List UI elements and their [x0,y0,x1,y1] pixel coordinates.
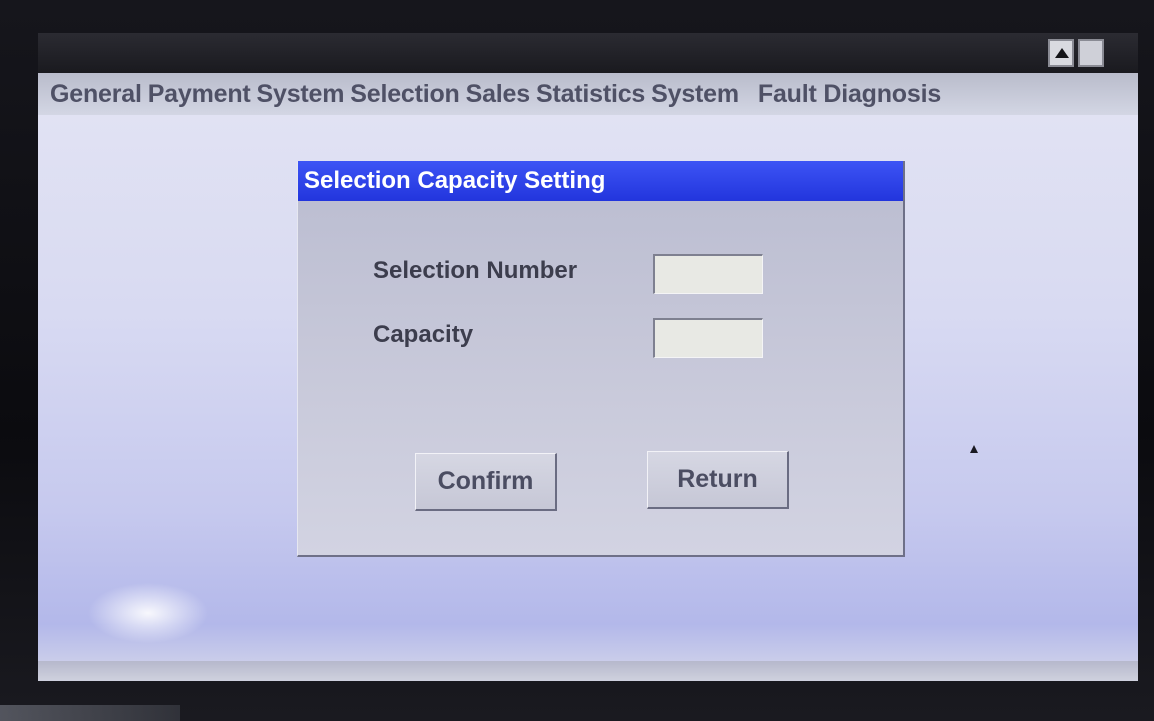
return-button[interactable]: Return [647,451,789,509]
capacity-label: Capacity [373,321,474,348]
confirm-button[interactable]: Confirm [415,453,557,511]
bezel-highlight [0,705,180,721]
cursor-icon [970,445,978,453]
device-bezel: General Payment System Selection Sales S… [0,0,1154,721]
selection-capacity-dialog: Selection Capacity Setting Selection Num… [297,161,905,557]
menu-item-selection[interactable]: Selection [347,80,462,109]
menu-item-payment[interactable]: Payment [145,80,254,109]
capacity-input[interactable] [653,318,763,358]
menu-item-statistics[interactable]: Statistics [533,80,648,109]
selection-number-label: Selection Number [373,257,578,284]
title-bar [38,33,1138,73]
menu-item-sales[interactable]: Sales [463,80,533,109]
touch-screen: General Payment System Selection Sales S… [38,33,1138,681]
selection-number-input[interactable] [653,254,763,294]
menu-bar: General Payment System Selection Sales S… [38,73,1138,115]
status-bar [38,661,1138,681]
dialog-title: Selection Capacity Setting [298,161,903,201]
menu-item-system[interactable]: System [254,80,348,109]
square-icon[interactable] [1078,39,1104,67]
menu-item-system-2[interactable]: System [648,80,742,109]
triangle-up-icon[interactable] [1048,39,1074,67]
menu-item-general[interactable]: General [38,80,145,109]
menu-item-fault-diagnosis[interactable]: Fault Diagnosis [742,80,944,109]
